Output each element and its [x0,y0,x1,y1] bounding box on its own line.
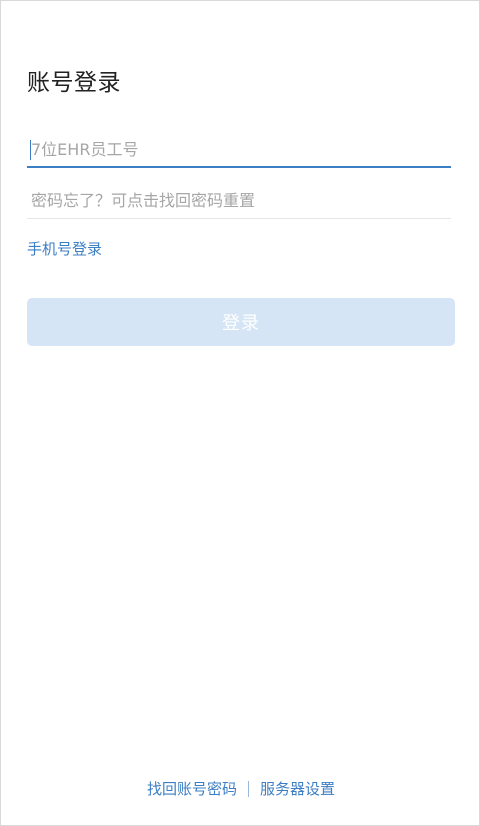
phone-login-link[interactable]: 手机号登录 [27,239,102,259]
page-title: 账号登录 [27,70,121,96]
account-input[interactable] [27,132,451,166]
password-field[interactable] [27,183,451,219]
password-input[interactable] [27,183,451,218]
text-cursor [30,140,31,160]
account-field[interactable] [27,132,451,168]
login-button[interactable]: 登录 [27,298,455,346]
server-settings-link[interactable]: 服务器设置 [260,779,335,799]
footer-divider [248,781,249,797]
footer-links: 找回账号密码 服务器设置 [1,779,480,799]
login-screen: 账号登录 手机号登录 登录 找回账号密码 服务器设置 [0,0,480,826]
recover-account-link[interactable]: 找回账号密码 [147,779,237,799]
